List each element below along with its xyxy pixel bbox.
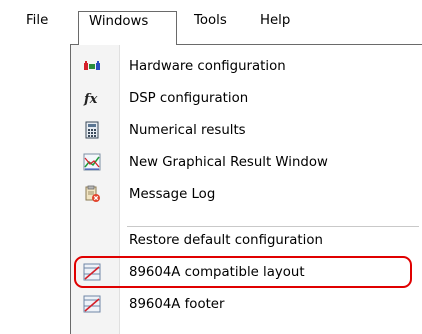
menu-item-label: Message Log [129,187,216,202]
graph-window-icon [83,153,101,171]
calculator-icon [83,121,101,139]
menu-file[interactable]: File [26,11,48,33]
menu-bar: File Windows Tools Help [0,0,422,45]
menu-item-message-log[interactable]: Message Log [71,179,422,211]
menu-item-numerical-results[interactable]: Numerical results [71,115,422,147]
menu-item-label: Numerical results [129,123,246,138]
menu-item-new-graphical-result-window[interactable]: New Graphical Result Window [71,147,422,179]
menu-item-89604a-footer[interactable]: 89604A footer [71,289,422,321]
layout-icon [83,263,101,281]
menu-windows[interactable]: Windows [78,11,177,45]
menu-item-label: 89604A compatible layout [129,265,305,280]
windows-dropdown-menu: Hardware configuration fx DSP configurat… [70,44,422,334]
menu-item-label: Hardware configuration [129,59,286,74]
hardware-config-icon [83,57,101,75]
menu-item-label: New Graphical Result Window [129,155,328,170]
menu-item-label: Restore default configuration [129,233,323,248]
menu-item-dsp-configuration[interactable]: fx DSP configuration [71,83,422,115]
menu-help[interactable]: Help [260,11,290,33]
menu-item-label: 89604A footer [129,297,225,312]
menu-item-hardware-configuration[interactable]: Hardware configuration [71,51,422,83]
message-log-icon [83,185,101,203]
layout-icon [83,295,101,313]
menu-tools[interactable]: Tools [194,11,227,33]
menu-item-label: DSP configuration [129,91,249,106]
svg-text:fx: fx [83,92,98,107]
fx-function-icon: fx [83,89,101,107]
menu-item-restore-default-configuration[interactable]: Restore default configuration [71,225,422,257]
menu-item-89604a-compatible-layout[interactable]: 89604A compatible layout [71,257,422,289]
